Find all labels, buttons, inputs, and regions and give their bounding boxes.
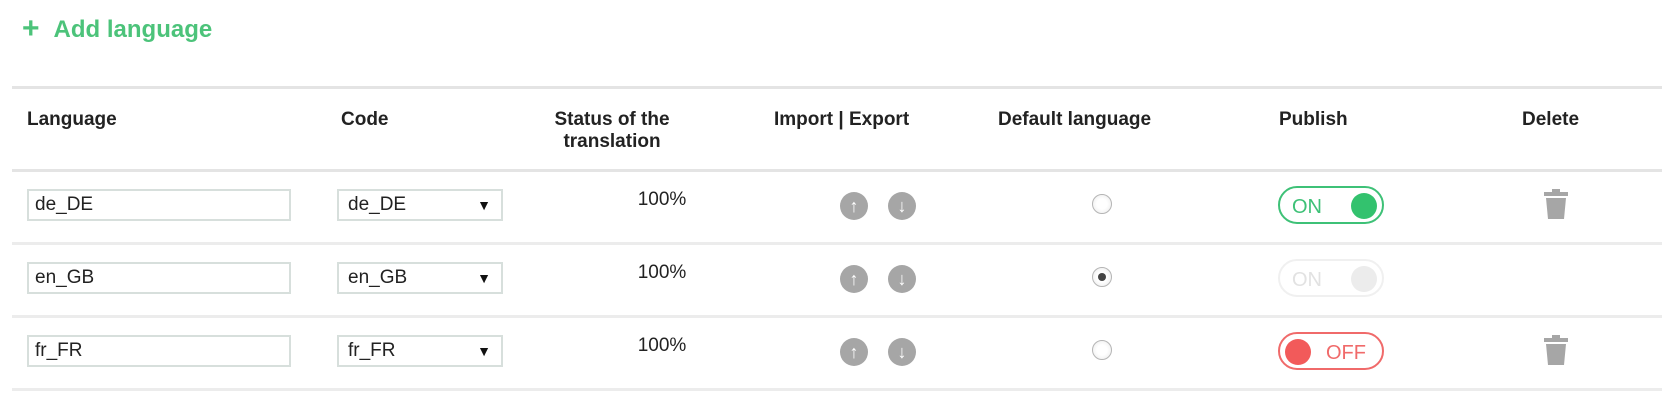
publish-toggle[interactable]: ON — [1278, 186, 1384, 224]
caret-down-icon: ▼ — [477, 343, 491, 359]
languages-table: Language Code Status of the translation … — [12, 86, 1662, 391]
default-language-radio[interactable] — [1092, 340, 1112, 360]
table-header: Language Code Status of the translation … — [12, 89, 1662, 169]
caret-down-icon: ▼ — [477, 197, 491, 213]
code-select[interactable]: en_GB ▼ — [337, 262, 503, 294]
caret-down-icon: ▼ — [477, 270, 491, 286]
code-select[interactable]: fr_FR ▼ — [337, 335, 503, 367]
language-input[interactable] — [27, 335, 291, 367]
toggle-knob — [1285, 339, 1311, 365]
column-header-default-language: Default language — [998, 109, 1152, 130]
default-language-radio[interactable] — [1092, 267, 1112, 287]
column-header-publish: Publish — [1279, 109, 1348, 130]
code-select-value: de_DE — [348, 194, 407, 215]
column-header-import-export: Import | Export — [774, 109, 910, 130]
download-icon[interactable]: ↓ — [888, 265, 916, 293]
download-icon[interactable]: ↓ — [888, 192, 916, 220]
publish-toggle-label: ON — [1292, 269, 1322, 291]
trash-icon[interactable] — [1544, 335, 1568, 365]
column-header-language: Language — [27, 109, 117, 130]
toggle-knob — [1351, 266, 1377, 292]
publish-toggle: ON — [1278, 259, 1384, 297]
translation-status: 100% — [637, 262, 687, 283]
upload-icon[interactable]: ↑ — [840, 338, 868, 366]
default-language-radio[interactable] — [1092, 194, 1112, 214]
column-header-code: Code — [341, 109, 389, 130]
publish-toggle[interactable]: OFF — [1278, 332, 1384, 370]
toggle-knob — [1351, 193, 1377, 219]
upload-icon[interactable]: ↑ — [840, 265, 868, 293]
row-divider — [12, 388, 1662, 391]
translation-status: 100% — [637, 189, 687, 210]
table-row: en_GB ▼ 100% ↑ ↓ ON — [12, 245, 1662, 315]
table-row: de_DE ▼ 100% ↑ ↓ ON — [12, 172, 1662, 242]
add-language-button[interactable]: + Add language — [22, 11, 213, 45]
publish-toggle-label: OFF — [1326, 342, 1366, 364]
column-header-status: Status of the translation — [554, 109, 670, 152]
publish-toggle-label: ON — [1292, 196, 1322, 218]
trash-icon[interactable] — [1544, 189, 1568, 219]
code-select-value: fr_FR — [348, 340, 396, 361]
column-header-delete: Delete — [1522, 109, 1580, 130]
download-icon[interactable]: ↓ — [888, 338, 916, 366]
language-input[interactable] — [27, 262, 291, 294]
language-input[interactable] — [27, 189, 291, 221]
table-row: fr_FR ▼ 100% ↑ ↓ OFF — [12, 318, 1662, 388]
code-select[interactable]: de_DE ▼ — [337, 189, 503, 221]
translation-status: 100% — [637, 335, 687, 356]
upload-icon[interactable]: ↑ — [840, 192, 868, 220]
code-select-value: en_GB — [348, 267, 408, 288]
add-language-label: Add language — [53, 16, 213, 43]
plus-icon: + — [22, 11, 40, 45]
